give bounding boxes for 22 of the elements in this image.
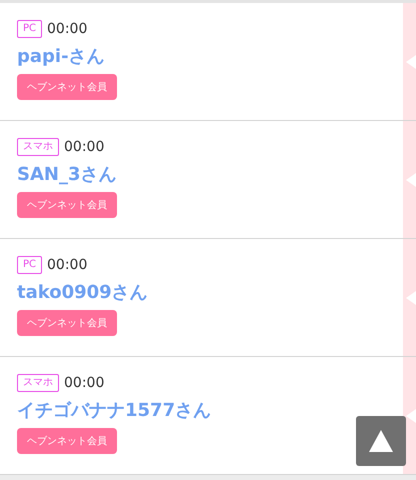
- member-name-link[interactable]: tako0909さん: [17, 280, 403, 304]
- notch-icon: [406, 290, 416, 304]
- device-tag: スマホ: [17, 138, 59, 156]
- member-name-link[interactable]: SAN_3さん: [17, 162, 403, 186]
- device-tag: PC: [17, 20, 42, 38]
- device-tag: スマホ: [17, 374, 59, 392]
- member-name-link[interactable]: イチゴバナナ1577さん: [17, 398, 403, 422]
- member-badge: ヘブンネット会員: [17, 192, 117, 218]
- notch-icon: [406, 172, 416, 186]
- up-triangle-icon: [369, 430, 393, 452]
- device-tag: PC: [17, 256, 42, 274]
- notch-icon: [406, 408, 416, 422]
- member-badge: ヘブンネット会員: [17, 310, 117, 336]
- login-time: 00:00: [64, 139, 104, 155]
- login-time: 00:00: [64, 375, 104, 391]
- member-badge: ヘブンネット会員: [17, 74, 117, 100]
- scroll-top-button[interactable]: [356, 416, 406, 466]
- member-name-link[interactable]: papi-さん: [17, 44, 403, 68]
- notch-icon: [406, 54, 416, 68]
- member-badge: ヘブンネット会員: [17, 428, 117, 454]
- login-time: 00:00: [47, 21, 88, 37]
- login-time: 00:00: [47, 257, 88, 273]
